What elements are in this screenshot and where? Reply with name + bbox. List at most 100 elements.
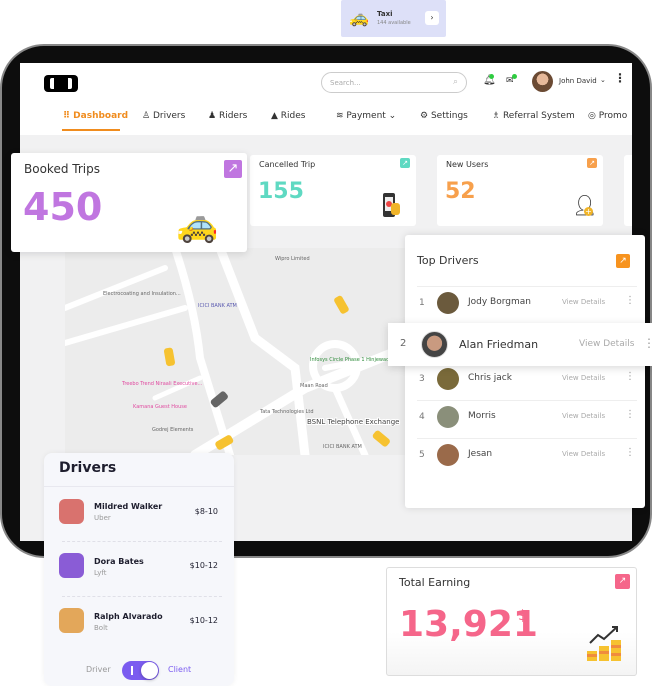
cancel-phone-icon: [383, 193, 400, 217]
card-title: Cancelled Trip: [259, 160, 316, 169]
driver-row[interactable]: 5 Jesan View Details ⋮: [405, 437, 645, 475]
taxi-icon: 🚕: [349, 8, 369, 27]
arrow-up-right-icon[interactable]: ↗: [587, 158, 597, 168]
label: $8-10: [194, 507, 218, 516]
arrow-up-right-icon[interactable]: ↗: [615, 574, 630, 589]
search-placeholder: Search...: [330, 79, 361, 87]
map-label: Tata Technologies Ltd: [259, 409, 314, 415]
stat-card-new-users[interactable]: New Users ↗ 52 👤︎ +: [437, 155, 603, 226]
money-icon: ≋: [336, 111, 347, 121]
drivers-card: Drivers Mildred Walker Uber $8-10 Dora B…: [44, 453, 234, 686]
more-vertical-icon[interactable]: ⋮: [614, 72, 626, 84]
driver-client-toggle[interactable]: [122, 661, 159, 680]
map-label: Godrej Elements: [152, 427, 194, 433]
more-vertical-icon[interactable]: ⋮: [625, 371, 635, 382]
map-label: ICICI BANK ATM: [323, 444, 362, 450]
label: Drivers: [152, 111, 186, 121]
label: Rides: [280, 111, 306, 121]
top-header: Search... ⌕ 🔔︎ ✉ John David ⌄ ⋮ ⠿ Dashbo…: [20, 63, 632, 135]
card-value: 155: [258, 179, 304, 204]
gear-icon: ⚙: [420, 111, 431, 121]
nav-referral-system[interactable]: ♗ Referral System: [492, 111, 575, 121]
chevron-right-icon[interactable]: ›: [425, 11, 439, 25]
label: Uber: [94, 514, 111, 522]
nav-drivers[interactable]: ♙ Drivers: [142, 111, 185, 121]
map-label: Wipro Limited: [275, 256, 310, 262]
more-vertical-icon[interactable]: ⋮: [625, 295, 635, 306]
map-label: Electrocoating and Insulation...: [103, 291, 181, 297]
mail-icon[interactable]: ✉: [506, 74, 517, 86]
avatar: [59, 553, 84, 578]
driver-row-highlighted[interactable]: 2 Alan Friedman View Details ⋮: [388, 323, 652, 366]
arrow-up-right-icon[interactable]: ↗: [400, 158, 410, 168]
avatar: [437, 368, 459, 390]
avatar: [421, 331, 448, 358]
chevron-down-icon: ⌄: [385, 111, 397, 121]
driver-icon: ♙: [142, 111, 153, 121]
taxi-availability: 144 available: [377, 20, 411, 26]
label: Chris jack: [468, 373, 512, 383]
label: 3: [419, 374, 425, 384]
stat-card-partial: [624, 155, 632, 226]
driver-row[interactable]: 1 Jody Borgman View Details ⋮: [405, 285, 645, 323]
user-icon: ♟: [208, 111, 219, 121]
view-details-link[interactable]: View Details: [562, 298, 605, 306]
panel-title: Top Drivers: [417, 254, 479, 267]
label: $10-12: [189, 616, 218, 625]
live-map[interactable]: Wipro Limited Electrocoating and Insulat…: [65, 248, 405, 455]
label: Dora Bates: [94, 557, 144, 566]
map-label: BSNL Telephone Exchange: [307, 418, 399, 426]
card-title: Total Earning: [399, 576, 471, 589]
label: Mildred Walker: [94, 502, 163, 511]
label: Payment: [346, 111, 386, 121]
toggle-label-client[interactable]: Client: [168, 665, 191, 674]
label: Settings: [430, 111, 468, 121]
user-name[interactable]: John David: [559, 77, 597, 85]
total-earning-card[interactable]: Total Earning ↗ 13,921 $: [386, 567, 637, 676]
label: Promo: [598, 111, 628, 121]
driver-row[interactable]: 3 Chris jack View Details ⋮: [405, 361, 645, 399]
more-vertical-icon[interactable]: ⋮: [643, 336, 652, 350]
add-user-icon: 👤︎ +: [572, 193, 598, 217]
stat-card-booked-trips[interactable]: Booked Trips ↗ 450 🚕: [11, 153, 247, 252]
arrow-up-right-icon[interactable]: ↗: [616, 254, 630, 268]
avatar: [437, 292, 459, 314]
label: 2: [400, 338, 407, 349]
avatar: [437, 444, 459, 466]
stat-card-cancelled[interactable]: Cancelled Trip ↗ 155: [250, 155, 416, 226]
label: Dashboard: [73, 111, 129, 121]
bell-icon[interactable]: 🔔︎: [483, 74, 496, 86]
more-vertical-icon[interactable]: ⋮: [625, 409, 635, 420]
nav-promo[interactable]: ◎ Promo: [588, 111, 627, 121]
currency-symbol: $: [518, 608, 527, 624]
arrow-up-right-icon[interactable]: ↗: [224, 160, 242, 178]
chevron-down-icon[interactable]: ⌄: [600, 76, 606, 84]
view-details-link[interactable]: View Details: [562, 412, 605, 420]
nav-payment[interactable]: ≋ Payment ⌄: [336, 111, 396, 121]
view-details-link[interactable]: View Details: [562, 450, 605, 458]
avatar[interactable]: [532, 71, 553, 92]
view-details-link[interactable]: View Details: [579, 339, 634, 349]
map-label: Infosys Circle Phase 1 Hinjewadi: [310, 357, 391, 363]
search-input[interactable]: Search... ⌕: [321, 72, 467, 93]
label: Ralph Alvarado: [94, 612, 163, 621]
label: 5: [419, 450, 425, 460]
active-tab-indicator: [62, 129, 120, 131]
nav-rides[interactable]: ▲ Rides: [271, 111, 306, 121]
view-details-link[interactable]: View Details: [562, 374, 605, 382]
taxi-availability-chip[interactable]: 🚕 Taxi 144 available ›: [341, 0, 446, 37]
driver-row[interactable]: 4 Morris View Details ⋮: [405, 399, 645, 437]
toggle-label-driver[interactable]: Driver: [86, 665, 111, 674]
label: 4: [419, 412, 425, 422]
promo-icon: ◎: [588, 111, 599, 121]
card-value: 450: [23, 185, 103, 229]
more-vertical-icon[interactable]: ⋮: [625, 447, 635, 458]
search-icon[interactable]: ⌕: [453, 77, 458, 87]
card-title: Booked Trips: [24, 162, 100, 176]
nav-settings[interactable]: ⚙ Settings: [420, 111, 468, 121]
nav-riders[interactable]: ♟ Riders: [208, 111, 247, 121]
nav-dashboard[interactable]: ⠿ Dashboard: [63, 111, 128, 121]
label: Bolt: [94, 624, 108, 632]
referral-icon: ♗: [492, 111, 503, 121]
map-label: Treebo Trend Niraali Executive...: [121, 381, 203, 387]
